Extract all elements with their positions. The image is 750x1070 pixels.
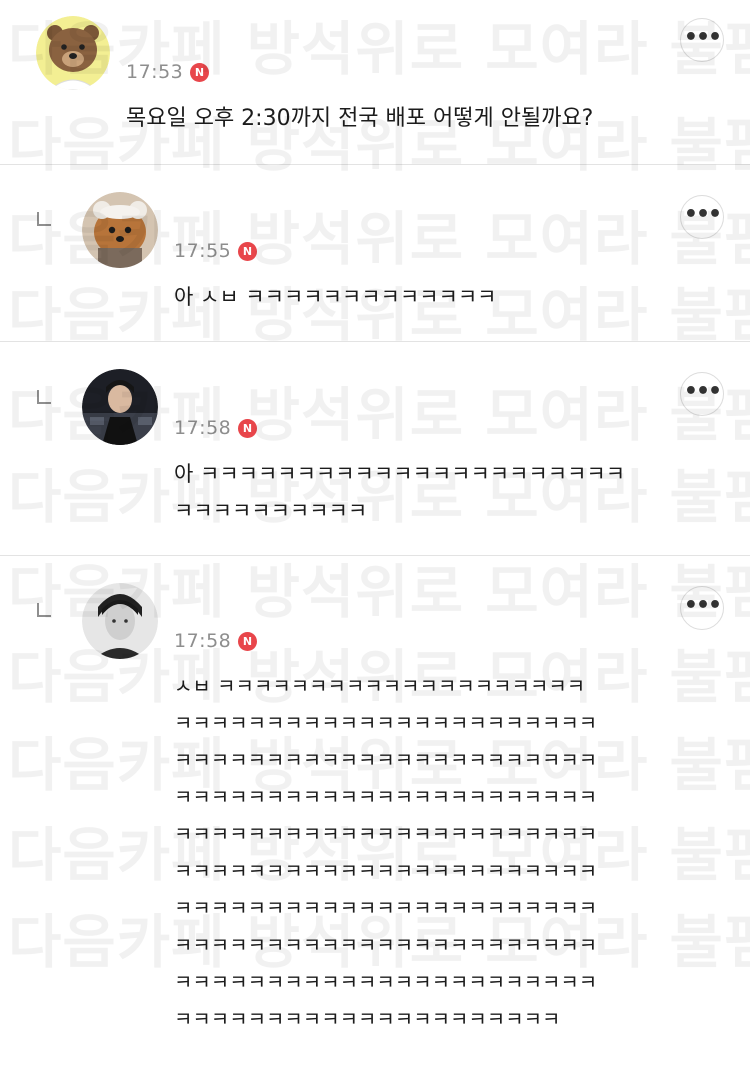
comment-line: ㅋㅋㅋㅋㅋㅋㅋㅋㅋㅋㅋㅋㅋㅋㅋㅋㅋㅋㅋㅋㅋㅋㅋ xyxy=(174,933,598,957)
reply-arrow-icon xyxy=(37,603,51,617)
more-options-button[interactable]: ••• xyxy=(680,195,724,239)
comment-line: ㅋㅋㅋㅋㅋㅋㅋㅋㅋㅋ xyxy=(174,499,368,523)
divider xyxy=(0,164,750,165)
divider xyxy=(0,555,750,556)
comment-time: 17:53 xyxy=(126,61,184,83)
reply-arrow-icon xyxy=(37,212,51,226)
new-badge: N xyxy=(238,419,257,438)
comment-time: 17:58 xyxy=(174,417,232,439)
comment-text: ㅅㅂ ㅋㅋㅋㅋㅋㅋㅋㅋㅋㅋㅋㅋㅋㅋㅋㅋㅋㅋㅋㅋ ㅋㅋㅋㅋㅋㅋㅋㅋㅋㅋㅋㅋㅋㅋㅋㅋ… xyxy=(174,668,597,1038)
comment-line: ㅋㅋㅋㅋㅋㅋㅋㅋㅋㅋㅋㅋㅋㅋㅋㅋㅋㅋㅋㅋㅋㅋㅋ xyxy=(174,785,598,809)
dog-avatar-icon xyxy=(82,192,158,268)
comment-line: ㅋㅋㅋㅋㅋㅋㅋㅋㅋㅋㅋㅋㅋㅋㅋㅋㅋㅋㅋㅋㅋㅋㅋ xyxy=(174,970,598,994)
new-badge: N xyxy=(238,242,257,261)
new-badge: N xyxy=(238,632,257,651)
more-options-button[interactable]: ••• xyxy=(680,18,724,62)
comment-line: ㅋㅋㅋㅋㅋㅋㅋㅋㅋㅋㅋㅋㅋㅋㅋㅋㅋㅋㅋㅋㅋㅋㅋ xyxy=(174,711,598,735)
divider xyxy=(0,341,750,342)
comment-text: 아 ㅋㅋㅋㅋㅋㅋㅋㅋㅋㅋㅋㅋㅋㅋㅋㅋㅋㅋㅋㅋㅋㅋ ㅋㅋㅋㅋㅋㅋㅋㅋㅋㅋ xyxy=(174,456,625,530)
comment-line: ㅋㅋㅋㅋㅋㅋㅋㅋㅋㅋㅋㅋㅋㅋㅋㅋㅋㅋㅋㅋㅋㅋㅋ xyxy=(174,748,598,772)
person-avatar-icon xyxy=(82,583,158,659)
more-options-button[interactable]: ••• xyxy=(680,586,724,630)
comment-1: 17:53 N ••• 목요일 오후 2:30까지 전국 배포 어떻게 안될까요… xyxy=(0,0,750,165)
comment-line: ㅋㅋㅋㅋㅋㅋㅋㅋㅋㅋㅋㅋㅋㅋㅋㅋㅋㅋㅋㅋㅋㅋㅋ xyxy=(174,859,598,883)
comment-time: 17:58 xyxy=(174,630,232,652)
person-avatar-icon xyxy=(82,369,158,445)
comment-line: 아 ㅅㅂ ㅋㅋㅋㅋㅋㅋㅋㅋㅋㅋㅋㅋㅋ xyxy=(174,285,497,309)
reply-arrow-icon xyxy=(37,390,51,404)
comment-text: 아 ㅅㅂ ㅋㅋㅋㅋㅋㅋㅋㅋㅋㅋㅋㅋㅋ xyxy=(174,279,496,316)
new-badge: N xyxy=(190,63,209,82)
comment-line: ㅋㅋㅋㅋㅋㅋㅋㅋㅋㅋㅋㅋㅋㅋㅋㅋㅋㅋㅋㅋㅋㅋㅋ xyxy=(174,822,598,846)
avatar[interactable] xyxy=(82,192,158,268)
avatar[interactable] xyxy=(36,16,110,90)
comment-line: 목요일 오후 2:30까지 전국 배포 어떻게 안될까요? xyxy=(126,106,594,131)
more-options-button[interactable]: ••• xyxy=(680,372,724,416)
avatar[interactable] xyxy=(82,369,158,445)
comment-line: ㅅㅂ ㅋㅋㅋㅋㅋㅋㅋㅋㅋㅋㅋㅋㅋㅋㅋㅋㅋㅋㅋㅋ xyxy=(174,674,586,698)
comment-line: 아 ㅋㅋㅋㅋㅋㅋㅋㅋㅋㅋㅋㅋㅋㅋㅋㅋㅋㅋㅋㅋㅋㅋ xyxy=(174,462,626,486)
bear-avatar-icon xyxy=(36,16,110,90)
comment-line: ㅋㅋㅋㅋㅋㅋㅋㅋㅋㅋㅋㅋㅋㅋㅋㅋㅋㅋㅋㅋㅋ xyxy=(174,1007,561,1031)
avatar[interactable] xyxy=(82,583,158,659)
comment-time: 17:55 xyxy=(174,240,232,262)
comment-text: 목요일 오후 2:30까지 전국 배포 어떻게 안될까요? xyxy=(126,100,593,137)
comment-line: ㅋㅋㅋㅋㅋㅋㅋㅋㅋㅋㅋㅋㅋㅋㅋㅋㅋㅋㅋㅋㅋㅋㅋ xyxy=(174,896,598,920)
